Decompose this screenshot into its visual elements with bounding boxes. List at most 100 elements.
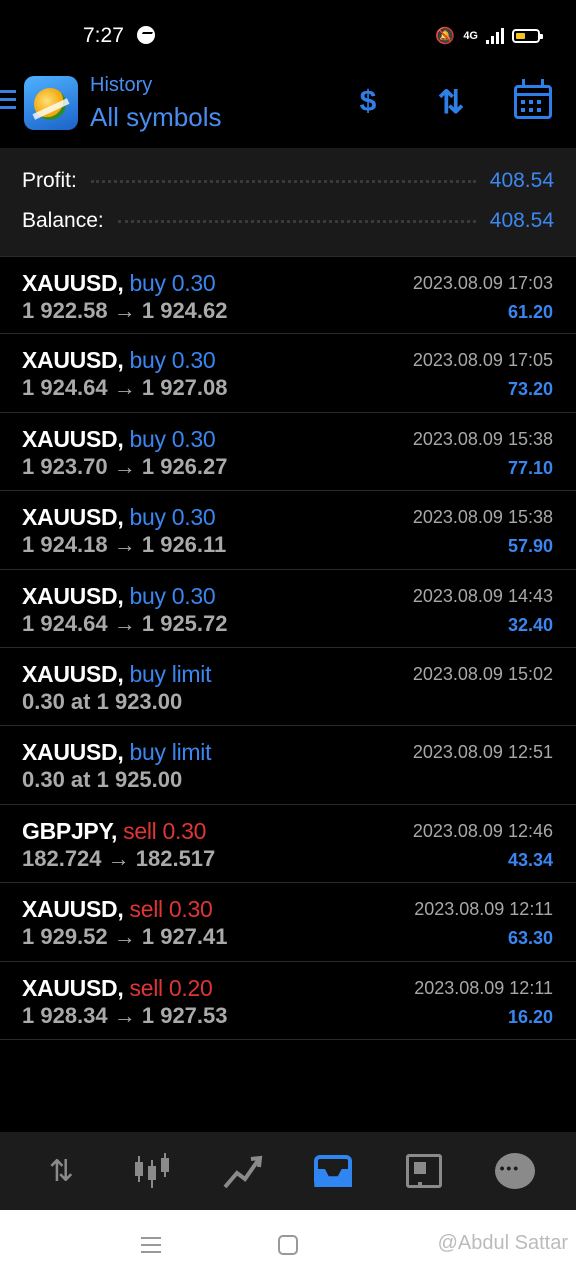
trade-title: GBPJPY, sell 0.30 (22, 818, 206, 845)
sort-button[interactable]: ⇅ (431, 82, 471, 122)
trade-date: 2023.08.09 15:38 (412, 428, 553, 449)
calendar-button[interactable] (513, 79, 553, 122)
trade-prices: 1 924.64 → 1 927.08 (22, 375, 228, 401)
battery-icon (512, 29, 543, 43)
trade-profit: 61.20 (507, 302, 553, 322)
trade-symbol: XAUUSD, (22, 896, 124, 923)
network-type: 4G (463, 30, 478, 42)
trade-list: XAUUSD, buy 0.30 1 922.58 → 1 924.62 202… (0, 256, 576, 1040)
trade-date: 2023.08.09 12:11 (414, 977, 553, 998)
trade-title: XAUUSD, sell 0.20 (22, 974, 213, 1002)
trade-prices: 182.724 → 182.517 (22, 845, 216, 871)
trade-row[interactable]: XAUUSD, buy 0.30 1 922.58 → 1 924.62 202… (0, 256, 576, 335)
trade-date: 2023.08.09 12:46 (412, 820, 553, 841)
trade-row[interactable]: XAUUSD, buy 0.30 1 924.64 → 1 925.72 202… (0, 570, 576, 648)
trade-profit: 57.90 (507, 536, 553, 557)
trade-prices: 0.30 at 1 925.00 (22, 767, 183, 793)
news-icon[interactable] (399, 1146, 449, 1196)
messenger-icon (137, 26, 155, 44)
balance-label: Balance: (22, 209, 104, 232)
signal-icon (486, 28, 504, 44)
trade-title: XAUUSD, sell 0.30 (22, 896, 213, 923)
trade-title: XAUUSD, buy 0.30 (22, 270, 216, 297)
candlestick-icon (134, 1153, 169, 1188)
recent-apps-icon[interactable] (141, 1237, 161, 1258)
trade-date: 2023.08.09 17:03 (412, 273, 553, 293)
calendar-icon (514, 79, 552, 119)
trade-title: XAUUSD, buy 0.30 (22, 582, 216, 610)
inbox-icon (314, 1155, 353, 1187)
trade-type: sell 0.30 (123, 817, 207, 844)
balance-row: Balance: 408.54 (22, 206, 554, 236)
history-icon[interactable] (308, 1146, 358, 1196)
trade-date: 2023.08.09 17:05 (412, 350, 553, 371)
status-bar: 7:27 🔕 4G (0, 0, 576, 68)
home-icon[interactable] (278, 1235, 298, 1255)
chart-icon[interactable] (127, 1146, 177, 1196)
menu-icon[interactable] (0, 90, 16, 112)
trade-profit: 73.20 (507, 379, 553, 400)
trend-icon (223, 1155, 262, 1189)
trade-row[interactable]: XAUUSD, buy 0.30 1 923.70 → 1 926.27 202… (0, 413, 576, 492)
trade-type: buy 0.30 (129, 504, 216, 531)
trade-row[interactable]: XAUUSD, buy 0.30 1 924.64 → 1 927.08 202… (0, 334, 576, 413)
sort-icon: ⇅ (437, 84, 465, 120)
trade-row[interactable]: XAUUSD, buy limit 0.30 at 1 923.00 2023.… (0, 648, 576, 727)
summary-panel: Profit: 408.54 Balance: 408.54 (0, 148, 576, 256)
trade-symbol: XAUUSD, (22, 739, 124, 766)
chat-bubble-icon (494, 1153, 535, 1189)
trade-prices: 1 922.58 → 1 924.62 (22, 298, 228, 323)
trade-type: buy limit (129, 739, 212, 766)
trade-symbol: XAUUSD, (22, 425, 124, 452)
trade-symbol: XAUUSD, (22, 660, 124, 687)
trade-type: buy 0.30 (129, 425, 216, 452)
trade-type: buy 0.30 (129, 347, 216, 374)
trade-type: sell 0.20 (129, 974, 213, 1001)
balance-dots (117, 219, 476, 223)
mute-icon: 🔕 (435, 28, 456, 45)
trade-date: 2023.08.09 15:02 (412, 663, 553, 684)
trade-row[interactable]: GBPJPY, sell 0.30 182.724 → 182.517 2023… (0, 805, 576, 884)
status-icons: 🔕 4G (435, 26, 543, 46)
trade-symbol: XAUUSD, (22, 582, 124, 609)
quotes-icon[interactable]: ⇅ (36, 1146, 86, 1196)
trade-profit: 32.40 (507, 614, 553, 635)
trade-date: 2023.08.09 15:38 (412, 507, 553, 528)
trade-date: 2023.08.09 14:43 (412, 585, 553, 606)
balance-value: 408.54 (489, 209, 554, 232)
profit-dots (90, 179, 476, 183)
trade-title: XAUUSD, buy limit (22, 739, 211, 766)
trade-type: buy 0.30 (129, 582, 216, 609)
trade-type: sell 0.30 (129, 896, 213, 923)
trade-profit: 77.10 (507, 457, 553, 478)
bottom-nav: ⇅ (0, 1132, 576, 1210)
profit-row: Profit: 408.54 (22, 166, 554, 196)
trade-date: 2023.08.09 12:51 (412, 742, 553, 763)
trade-prices: 1 924.18 → 1 926.11 (22, 532, 227, 558)
newspaper-icon (405, 1154, 442, 1188)
currency-filter-button[interactable]: $ (348, 82, 388, 122)
trade-symbol: XAUUSD, (22, 504, 124, 531)
trade-date: 2023.08.09 12:11 (414, 899, 553, 920)
trade-symbol: GBPJPY, (22, 817, 118, 844)
trade-symbol: XAUUSD, (22, 974, 124, 1001)
profit-value: 408.54 (489, 169, 554, 192)
chat-icon[interactable] (490, 1146, 540, 1196)
trade-profit: 16.20 (507, 1006, 553, 1027)
app-header: History All symbols $ ⇅ (0, 68, 576, 148)
trade-symbol: XAUUSD, (22, 270, 124, 296)
trade-prices: 1 929.52 → 1 927.41 (22, 924, 228, 950)
trade-type: buy limit (129, 660, 212, 687)
trade-row[interactable]: XAUUSD, sell 0.20 1 928.34 → 1 927.53 20… (0, 962, 576, 1040)
trade-row[interactable]: XAUUSD, sell 0.30 1 929.52 → 1 927.41 20… (0, 883, 576, 962)
trade-title: XAUUSD, buy 0.30 (22, 504, 216, 531)
trade-prices: 1 923.70 → 1 926.27 (22, 453, 228, 479)
header-title[interactable]: All symbols (90, 102, 221, 133)
trade-row[interactable]: XAUUSD, buy 0.30 1 924.18 → 1 926.11 202… (0, 491, 576, 570)
header-subtitle: History (90, 74, 153, 96)
trade-icon[interactable] (218, 1146, 268, 1196)
system-nav-bar: @Abdul Sattar (0, 1210, 576, 1280)
trade-profit: 63.30 (507, 928, 553, 949)
trade-title: XAUUSD, buy limit (22, 661, 211, 688)
trade-row[interactable]: XAUUSD, buy limit 0.30 at 1 925.00 2023.… (0, 726, 576, 805)
